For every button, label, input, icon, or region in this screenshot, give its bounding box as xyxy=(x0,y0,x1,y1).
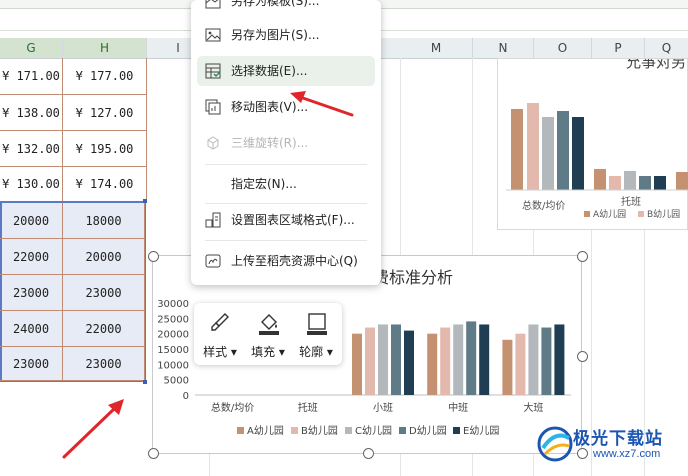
red-arrow-icon xyxy=(290,91,354,117)
annotation-arrows xyxy=(62,91,354,459)
red-arrow-icon xyxy=(62,399,124,459)
watermark: 极光下载站 www.xz7.com xyxy=(535,422,685,472)
brand-url: www.xz7.com xyxy=(593,448,661,460)
brand-name: 极光下载站 xyxy=(573,429,663,449)
brand-logo-icon xyxy=(537,426,573,462)
